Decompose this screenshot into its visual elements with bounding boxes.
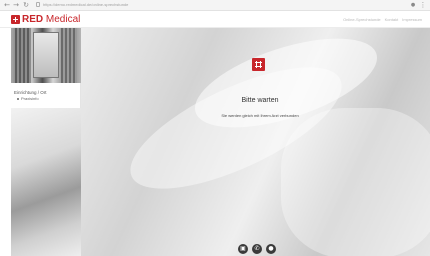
site-logo[interactable]: RED Medical	[22, 14, 80, 25]
bullet-icon	[17, 97, 19, 100]
nav-link-sprechstunde[interactable]: Online-Sprechstunde	[343, 17, 381, 22]
curtain-left	[15, 28, 31, 83]
sidebar-item-label: Praxisinfo	[21, 96, 39, 101]
call-controls: ▣ ✆ ●	[238, 244, 276, 254]
reload-icon[interactable]: ↻	[22, 1, 30, 9]
sidebar-title: Einrichtung / Ort	[14, 90, 47, 95]
browser-menu-icon[interactable]: ⋮	[419, 1, 427, 9]
address-bar[interactable]: https://demo.redmedical.de/online-sprech…	[43, 2, 128, 7]
nav-link-impressum[interactable]: Impressum	[402, 17, 422, 22]
camera-toggle-button[interactable]: ▣	[238, 244, 248, 254]
hash-brand-icon	[252, 58, 265, 71]
practice-photo	[11, 28, 81, 83]
browser-toolbar: ← → ↻ https://demo.redmedical.de/online-…	[0, 0, 430, 11]
waiting-subtitle: Sie werden gleich mit Ihrem Arzt verbund…	[221, 113, 299, 118]
red-medical-logo-icon[interactable]	[11, 15, 20, 24]
hangup-phone-button[interactable]: ✆	[252, 244, 262, 254]
forward-icon[interactable]: →	[12, 1, 20, 9]
sidebar: Einrichtung / Ort Praxisinfo	[11, 28, 81, 256]
hash-bar	[256, 61, 257, 68]
back-icon[interactable]: ←	[3, 1, 11, 9]
header-nav: Online-Sprechstunde Kontakt Impressum	[343, 17, 422, 22]
site-header: RED Medical Online-Sprechstunde Kontakt …	[0, 11, 430, 28]
video-waiting-area: Bitte warten Sie werden gleich mit Ihrem…	[81, 28, 430, 256]
lock-icon	[36, 2, 40, 7]
sidebar-item-praxisinfo[interactable]: Praxisinfo	[17, 96, 39, 101]
extension-icon[interactable]: ●	[409, 1, 417, 9]
curtain-right	[61, 28, 77, 83]
background-sleeve	[281, 108, 430, 256]
sidebar-background-image	[11, 108, 81, 256]
waiting-title: Bitte warten	[241, 97, 279, 104]
microphone-toggle-button[interactable]: ●	[266, 244, 276, 254]
window	[33, 32, 59, 78]
hash-bar	[260, 61, 261, 68]
logo-brand-text: RED	[22, 14, 44, 25]
logo-suffix-text: Medical	[43, 14, 81, 25]
nav-link-kontakt[interactable]: Kontakt	[385, 17, 399, 22]
